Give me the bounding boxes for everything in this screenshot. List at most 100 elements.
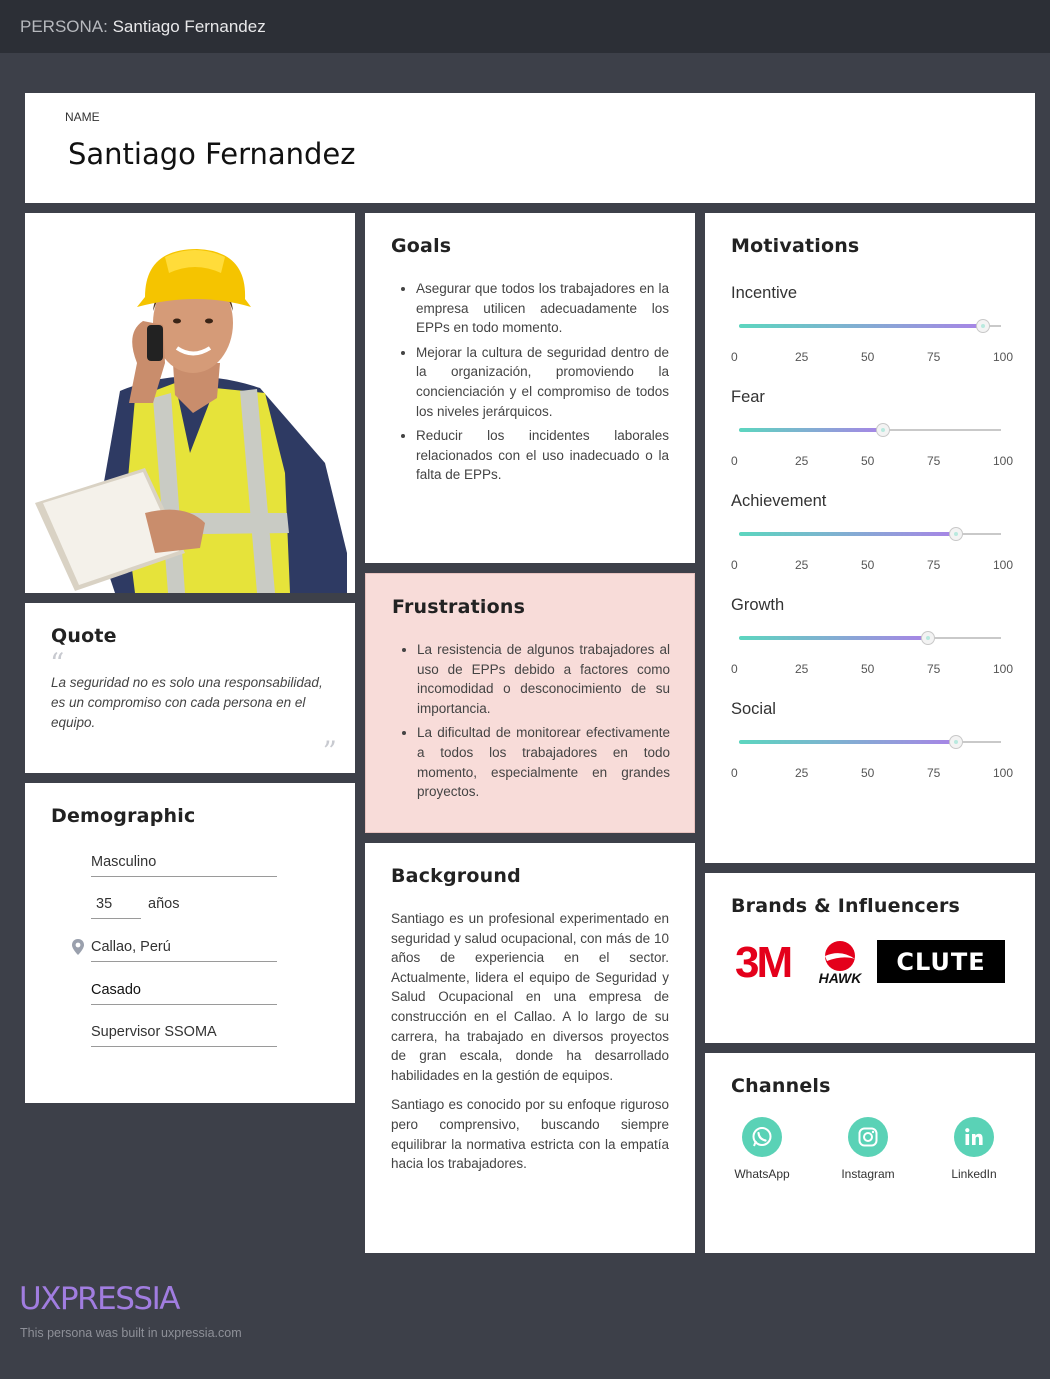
motivation-social: Social 0 25 50 75 100	[731, 700, 1015, 800]
name-label: NAME	[65, 110, 100, 124]
frustrations-heading: Frustrations	[392, 596, 526, 618]
construction-worker-image	[35, 249, 347, 593]
channel-label: WhatsApp	[734, 1167, 790, 1181]
background-paragraph: Santiago es un profesional experimentado…	[391, 911, 669, 1083]
channel-instagram[interactable]: Instagram	[828, 1117, 908, 1181]
background-heading: Background	[391, 865, 521, 887]
persona-photo[interactable]	[25, 213, 355, 593]
slider-fill	[739, 532, 957, 536]
frustrations-list[interactable]: La resistencia de algunos trabajadores a…	[392, 640, 670, 807]
location-field[interactable]: Callao, Perú	[91, 939, 277, 962]
motivation-incentive: Incentive 0 25 50 75 100	[731, 284, 1015, 384]
whatsapp-icon	[742, 1117, 782, 1157]
slider-fill	[739, 740, 957, 744]
motivation-fear: Fear 0 25 50 75 100	[731, 388, 1015, 488]
quote-heading: Quote	[51, 625, 117, 647]
scale-tick-label: 75	[927, 766, 941, 780]
motivations-heading: Motivations	[731, 235, 860, 257]
slider-fill	[739, 636, 928, 640]
motivation-slider[interactable]	[739, 735, 1001, 749]
scale-tick-label: 100	[993, 454, 1014, 468]
demographic-card: Demographic Masculino 35 años Callao, Pe…	[25, 783, 355, 1103]
scale-tick-label: 75	[927, 350, 941, 364]
motivation-slider[interactable]	[739, 527, 1001, 541]
background-text[interactable]: Santiago es un profesional experimentado…	[391, 909, 669, 1184]
persona-name[interactable]: Santiago Fernandez	[68, 137, 355, 171]
list-item: La resistencia de algunos trabajadores a…	[417, 640, 670, 718]
slider-handle[interactable]	[949, 527, 964, 541]
slider-handle[interactable]	[876, 423, 891, 437]
motivations-card: Motivations Incentive 0 25 50 75 100 Fear 0 25 50…	[705, 213, 1035, 863]
channel-label: Instagram	[841, 1167, 895, 1181]
scale-tick-label: 0	[731, 662, 738, 676]
scale-tick-label: 0	[731, 766, 738, 780]
motivation-slider[interactable]	[739, 631, 1001, 645]
channel-whatsapp[interactable]: WhatsApp	[722, 1117, 802, 1181]
scale-tick-label: 100	[993, 558, 1014, 572]
close-quote-icon: ”	[322, 735, 337, 768]
scale-tick-label: 50	[861, 350, 875, 364]
svg-text:3M: 3M	[735, 939, 790, 983]
motivation-achievement: Achievement 0 25 50 75 100	[731, 492, 1015, 592]
age-field[interactable]: 35	[91, 896, 141, 919]
linkedin-icon	[954, 1117, 994, 1157]
demographic-heading: Demographic	[51, 805, 196, 827]
scale-tick-label: 0	[731, 350, 738, 364]
scale-tick-label: 25	[795, 454, 809, 468]
instagram-icon	[848, 1117, 888, 1157]
goals-card: Goals Asegurar que todos los trabajadore…	[365, 213, 695, 563]
channels-heading: Channels	[731, 1075, 831, 1097]
scale-tick-label: 25	[795, 350, 809, 364]
scale-tick-label: 25	[795, 766, 809, 780]
scale-tick-label: 50	[861, 662, 875, 676]
scale-tick-label: 50	[861, 766, 875, 780]
occupation-field[interactable]: Supervisor SSOMA	[91, 1024, 277, 1047]
brands-heading: Brands & Influencers	[731, 895, 961, 917]
name-card: NAME Santiago Fernandez	[25, 93, 1035, 203]
motivation-label: Growth	[731, 596, 785, 614]
top-bar: PERSONA: Santiago Fernandez	[0, 0, 1050, 53]
motivation-growth: Growth 0 25 50 75 100	[731, 596, 1015, 696]
motivation-label: Social	[731, 700, 776, 718]
motivation-slider[interactable]	[739, 319, 1001, 333]
motivation-label: Achievement	[731, 492, 827, 510]
list-item: Reducir los incidentes laborales relacio…	[416, 426, 669, 485]
channel-linkedin[interactable]: LinkedIn	[934, 1117, 1014, 1181]
scale-tick-label: 75	[927, 558, 941, 572]
location-pin-icon	[72, 939, 84, 955]
slider-handle[interactable]	[949, 735, 964, 749]
svg-text:HAWK: HAWK	[819, 970, 863, 985]
marital-status-field[interactable]: Casado	[91, 982, 277, 1005]
list-item: La dificultad de monitorear efectivament…	[417, 723, 670, 801]
gender-field[interactable]: Masculino	[91, 854, 277, 877]
scale-tick-label: 50	[861, 558, 875, 572]
slider-fill	[739, 324, 983, 328]
brand-logo-hawk[interactable]: HAWK	[813, 939, 867, 985]
quote-card: Quote “ La seguridad no es solo una resp…	[25, 603, 355, 773]
slider-fill	[739, 428, 884, 432]
brand-logo-clute[interactable]: CLUTE	[877, 940, 1005, 983]
channel-label: LinkedIn	[951, 1167, 997, 1181]
list-item: Asegurar que todos los trabajadores en l…	[416, 279, 669, 338]
goals-list[interactable]: Asegurar que todos los trabajadores en l…	[391, 279, 669, 490]
background-card: Background Santiago es un profesional ex…	[365, 843, 695, 1253]
motivation-slider[interactable]	[739, 423, 1001, 437]
scale-tick-label: 25	[795, 662, 809, 676]
quote-text[interactable]: La seguridad no es solo una responsabili…	[51, 673, 331, 733]
scale-tick-label: 100	[993, 766, 1014, 780]
persona-title: PERSONA: Santiago Fernandez	[20, 17, 266, 36]
scale-tick-label: 0	[731, 454, 738, 468]
svg-text:CLUTE: CLUTE	[896, 948, 985, 976]
brand-logo-3m[interactable]: 3M	[735, 939, 805, 983]
motivation-label: Incentive	[731, 284, 798, 302]
background-paragraph: Santiago es conocido por su enfoque rigu…	[391, 1097, 669, 1172]
brands-card: Brands & Influencers 3M HAWK CLUTE	[705, 873, 1035, 1043]
scale-tick-label: 75	[927, 662, 941, 676]
scale-tick-label: 100	[993, 662, 1014, 676]
channels-card: Channels WhatsApp Instagram LinkedIn	[705, 1053, 1035, 1253]
scale-tick-label: 0	[731, 558, 738, 572]
slider-handle[interactable]	[920, 631, 935, 645]
scale-tick-label: 25	[795, 558, 809, 572]
uxpressia-logo[interactable]: UXPRESSIA	[19, 1281, 180, 1317]
slider-handle[interactable]	[975, 319, 990, 333]
